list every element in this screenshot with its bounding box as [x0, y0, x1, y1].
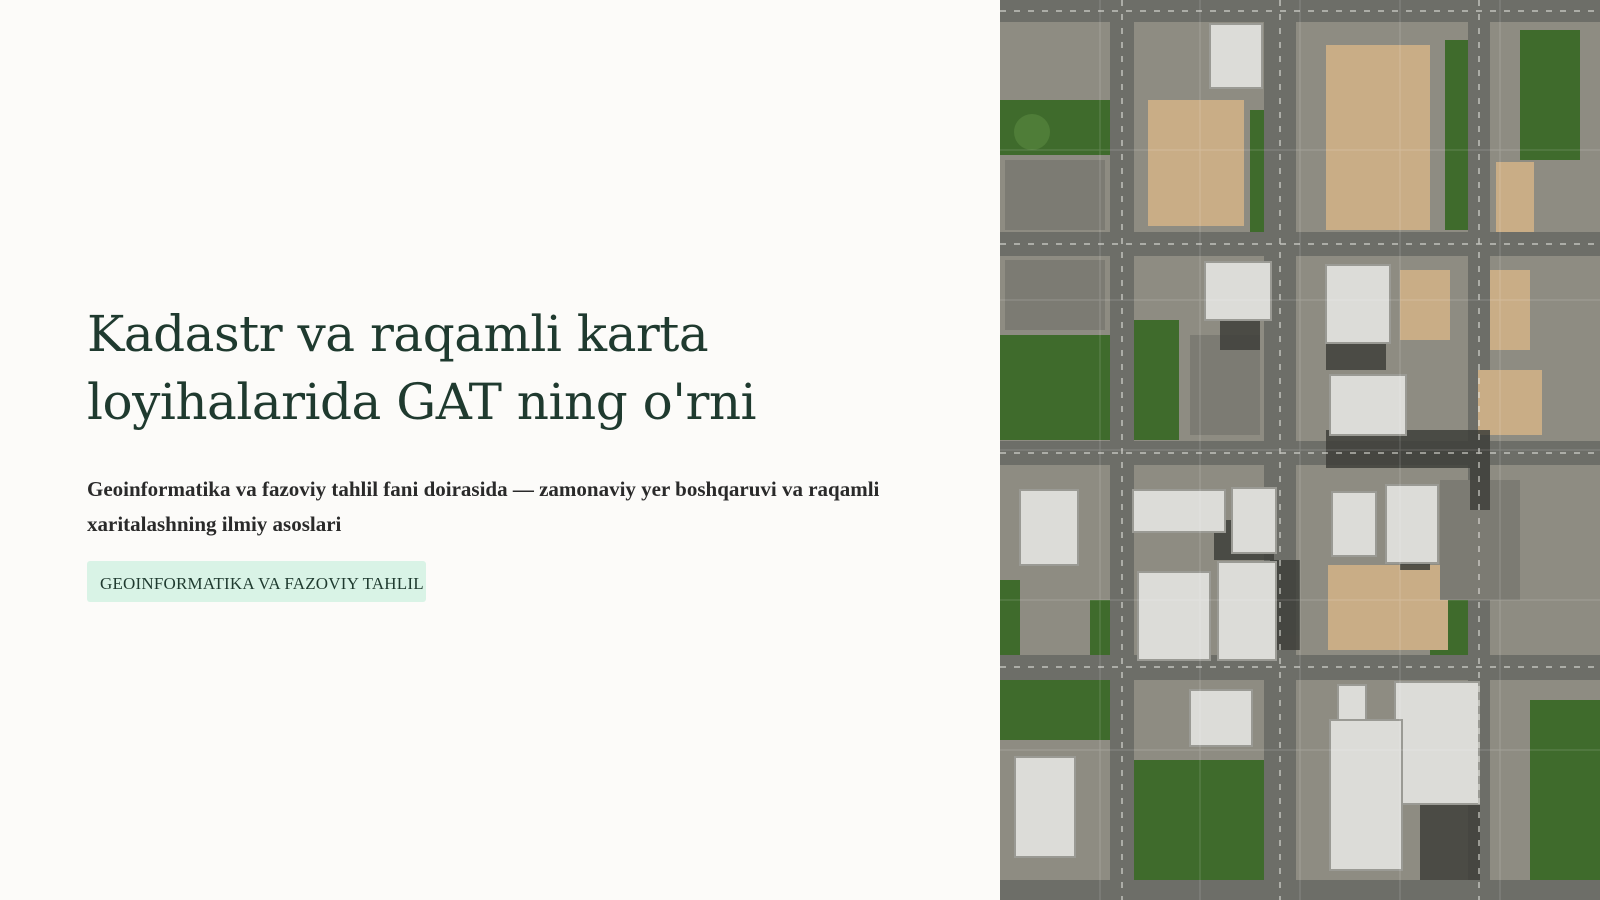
aerial-city-illustration	[1000, 0, 1600, 900]
slide-subtitle: Geoinformatika va fazoviy tahlil fani do…	[87, 477, 880, 536]
aerial-city-image	[1000, 0, 1600, 900]
slide: Kadastr va raqamli karta loyihalarida GA…	[0, 0, 1600, 900]
slide-title: Kadastr va raqamli karta loyihalarida GA…	[87, 305, 757, 431]
topic-tag: GEOINFORMATIKA VA FAZOVIY TAHLIL	[87, 561, 426, 602]
text-panel: Kadastr va raqamli karta loyihalarida GA…	[0, 0, 1000, 900]
